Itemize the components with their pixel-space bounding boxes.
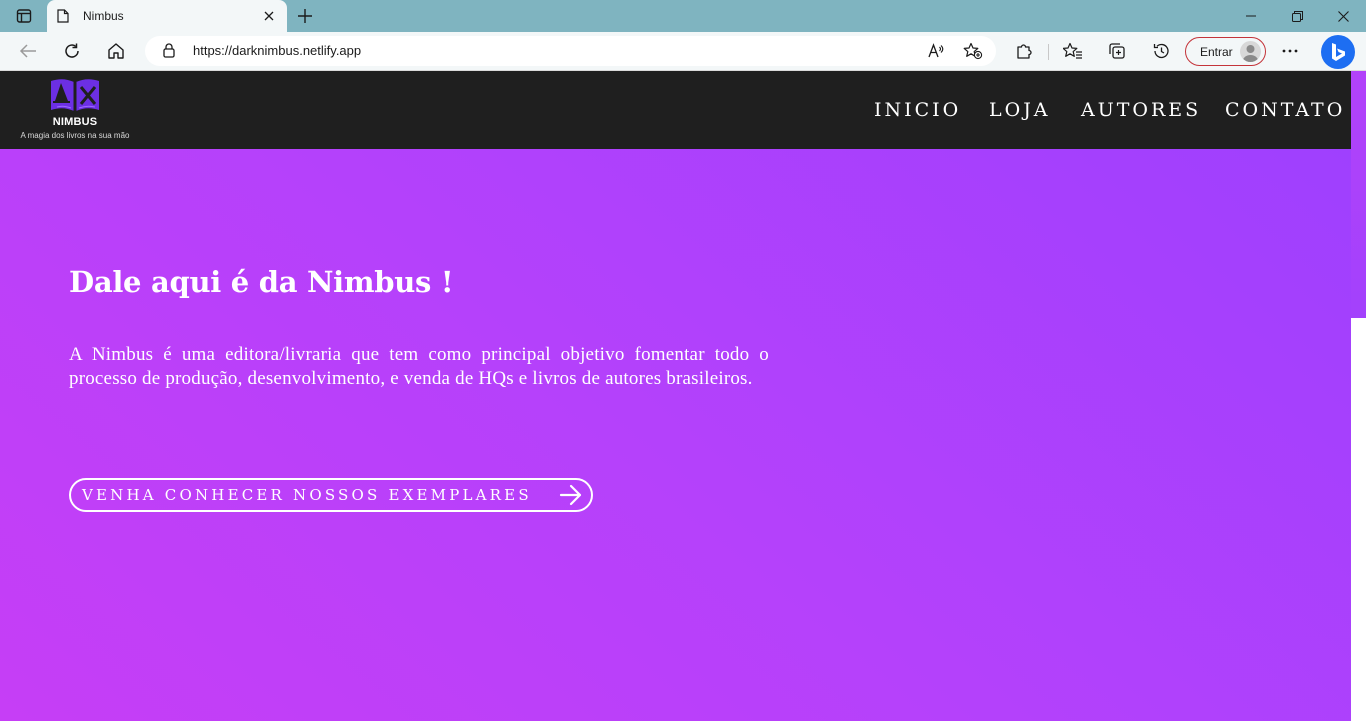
collections-icon bbox=[1109, 43, 1125, 59]
browser-tab[interactable]: Nimbus bbox=[47, 0, 287, 32]
home-button[interactable] bbox=[102, 38, 130, 64]
nav-loja[interactable]: LOJA bbox=[989, 99, 1051, 121]
add-favorite-icon[interactable] bbox=[963, 42, 983, 65]
cta-label: VENHA CONHECER NOSSOS EXEMPLARES bbox=[82, 486, 532, 504]
tab-actions-button[interactable] bbox=[8, 4, 40, 28]
refresh-button[interactable] bbox=[58, 38, 86, 64]
read-aloud-icon[interactable] bbox=[927, 42, 945, 65]
brand-name: NIMBUS bbox=[52, 116, 98, 128]
profile-button[interactable]: Entrar bbox=[1185, 37, 1266, 66]
close-window-button[interactable] bbox=[1320, 0, 1366, 32]
browser-toolbar: https://darknimbus.netlify.app Entrar bbox=[0, 32, 1366, 71]
minimize-button[interactable] bbox=[1228, 0, 1274, 32]
browser-tab-strip: Nimbus bbox=[0, 0, 1366, 32]
page-icon bbox=[57, 9, 71, 23]
history-button[interactable] bbox=[1147, 38, 1175, 64]
book-wizard-logo-icon bbox=[51, 79, 99, 111]
hero-section: NIMBUS A magia dos livros na sua mão INI… bbox=[0, 71, 1351, 721]
explore-books-button[interactable]: VENHA CONHECER NOSSOS EXEMPLARES bbox=[69, 478, 593, 512]
extensions-button[interactable] bbox=[1010, 38, 1038, 64]
new-tab-button[interactable] bbox=[293, 4, 317, 28]
favorites-icon bbox=[1063, 42, 1082, 59]
address-bar[interactable]: https://darknimbus.netlify.app bbox=[145, 36, 996, 66]
refresh-icon bbox=[65, 43, 79, 58]
home-icon bbox=[108, 43, 124, 59]
page-viewport: NIMBUS A magia dos livros na sua mão INI… bbox=[0, 71, 1366, 721]
favorites-button[interactable] bbox=[1059, 38, 1087, 64]
site-logo[interactable]: NIMBUS A magia dos livros na sua mão bbox=[12, 73, 138, 145]
restore-button[interactable] bbox=[1274, 0, 1320, 32]
close-icon bbox=[264, 11, 274, 21]
history-icon bbox=[1153, 43, 1169, 59]
back-button[interactable] bbox=[14, 38, 42, 64]
tab-actions-icon bbox=[16, 9, 32, 23]
more-dots-icon bbox=[1282, 49, 1298, 53]
url-text[interactable]: https://darknimbus.netlify.app bbox=[193, 43, 361, 58]
collections-button[interactable] bbox=[1103, 38, 1131, 64]
back-arrow-icon bbox=[19, 44, 36, 58]
hero-headline: Dale aqui é da Nimbus ! bbox=[69, 265, 454, 299]
profile-label: Entrar bbox=[1200, 44, 1233, 59]
more-options-button[interactable] bbox=[1276, 38, 1304, 64]
restore-icon bbox=[1291, 10, 1303, 22]
arrow-right-icon bbox=[559, 484, 582, 506]
plus-icon bbox=[298, 9, 312, 23]
site-navbar: NIMBUS A magia dos livros na sua mão INI… bbox=[0, 71, 1351, 149]
close-tab-button[interactable] bbox=[261, 8, 277, 24]
scrollbar-thumb[interactable] bbox=[1351, 71, 1366, 318]
nav-contato[interactable]: CONTATO bbox=[1225, 99, 1345, 121]
brand-tagline: A magia dos livros na sua mão bbox=[20, 131, 130, 140]
bing-icon bbox=[1332, 43, 1345, 61]
nav-inicio[interactable]: INICIO bbox=[874, 99, 961, 121]
toolbar-divider bbox=[1048, 44, 1049, 60]
nav-autores[interactable]: AUTORES bbox=[1081, 99, 1201, 121]
minimize-icon bbox=[1246, 15, 1256, 17]
close-window-icon bbox=[1337, 10, 1349, 22]
tab-title: Nimbus bbox=[83, 9, 124, 23]
bing-copilot-button[interactable] bbox=[1321, 35, 1355, 69]
puzzle-icon bbox=[1017, 44, 1032, 59]
lock-icon bbox=[163, 43, 175, 63]
hero-description: A Nimbus é uma editora/livraria que tem … bbox=[69, 344, 769, 389]
avatar-icon bbox=[1240, 41, 1261, 62]
